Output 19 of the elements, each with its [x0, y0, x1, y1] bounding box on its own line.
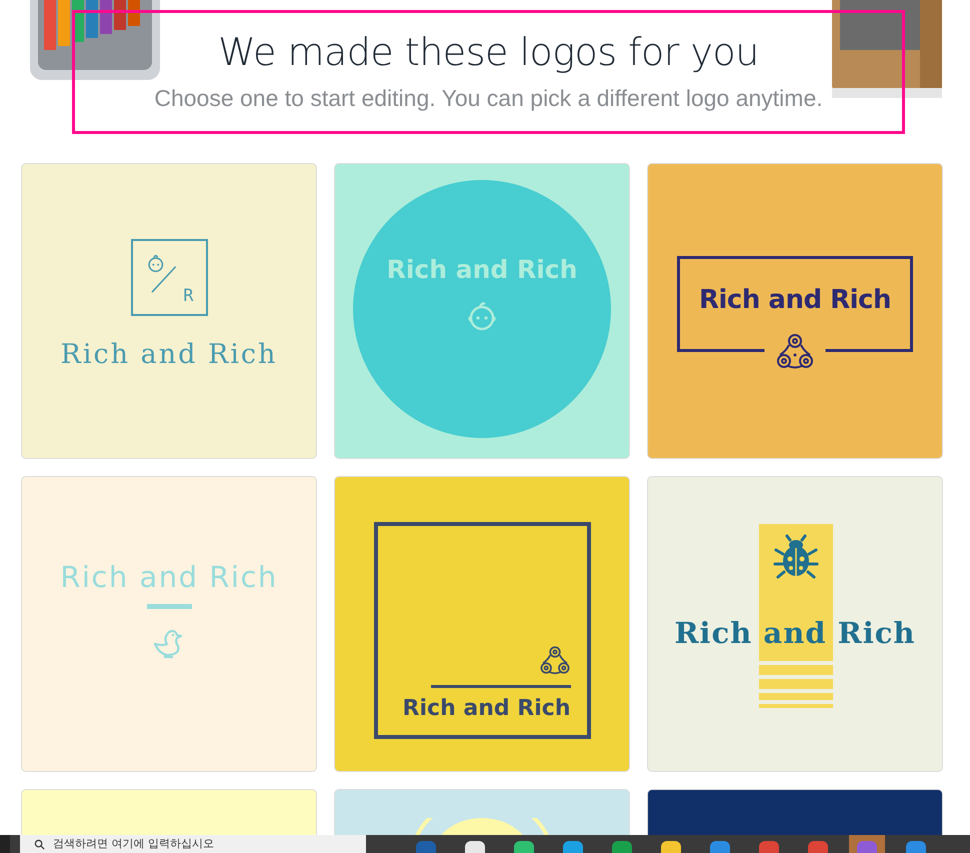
- logo-name: Rich and Rich: [386, 254, 578, 284]
- logo-name: Rich and Rich: [60, 338, 278, 370]
- fidget-spinner-icon: [775, 331, 815, 371]
- divider-bar: [146, 604, 192, 608]
- search-field[interactable]: 검색하려면 여기에 입력하십시오: [20, 835, 366, 853]
- ladybug-icon: [773, 534, 819, 580]
- monogram-emblem: R: [130, 238, 208, 316]
- logo-card[interactable]: Rich and Rich: [647, 163, 943, 459]
- logo-name: Rich and Rich: [402, 696, 570, 720]
- fidget-spinner-icon: [538, 644, 570, 676]
- logo-card[interactable]: Rich and Rich: [647, 476, 943, 772]
- logo-card[interactable]: R Rich and Rich: [21, 163, 317, 459]
- logo-name: Rich and Rich: [699, 285, 891, 317]
- logo-name: Rich and Rich: [60, 560, 278, 594]
- logo-name: Rich and Rich: [674, 616, 916, 650]
- page-subtitle: Choose one to start editing. You can pick a different logo anytime.: [154, 84, 823, 112]
- search-icon: [34, 838, 45, 850]
- logo-card[interactable]: Rich and Rich: [334, 476, 630, 772]
- page-title: We made these logos for you: [218, 30, 759, 74]
